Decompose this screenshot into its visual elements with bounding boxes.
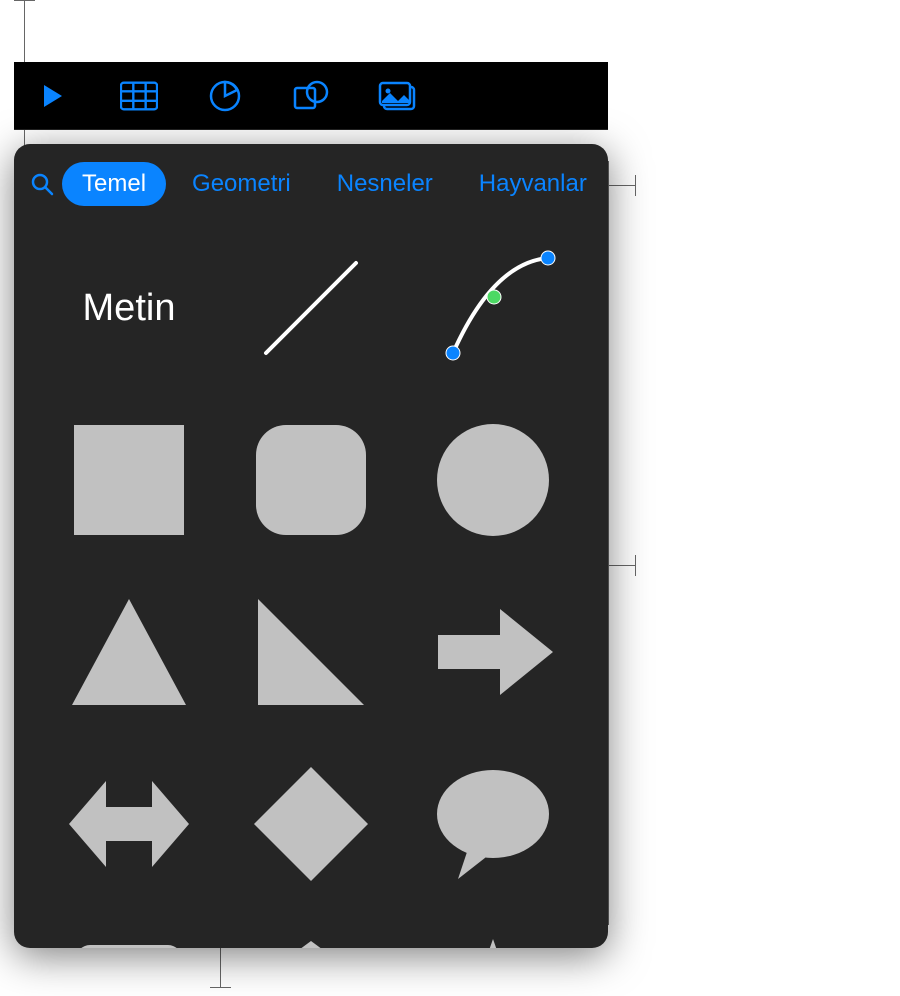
tabs-row: Temel Geometri Nesneler Hayvanlar xyxy=(14,144,608,218)
callout-line-tabs xyxy=(608,185,636,186)
callout-shape[interactable] xyxy=(44,916,214,948)
diamond-shape[interactable] xyxy=(226,744,396,904)
callout-line-grid xyxy=(608,565,636,566)
media-icon[interactable] xyxy=(378,80,416,112)
shapes-popover: Temel Geometri Nesneler Hayvanlar Metin xyxy=(14,144,608,948)
triangle-shape[interactable] xyxy=(44,572,214,732)
tab-temel[interactable]: Temel xyxy=(62,162,166,206)
tab-geometri[interactable]: Geometri xyxy=(172,162,311,206)
popover-arrow xyxy=(287,144,311,146)
main-panel: Temel Geometri Nesneler Hayvanlar Metin xyxy=(14,62,608,948)
tab-hayvanlar[interactable]: Hayvanlar xyxy=(459,162,607,206)
star-shape[interactable] xyxy=(408,916,578,948)
rounded-square-shape[interactable] xyxy=(226,400,396,560)
shape-icon[interactable] xyxy=(292,80,330,112)
square-shape[interactable] xyxy=(44,400,214,560)
chart-icon[interactable] xyxy=(206,80,244,112)
curve-shape[interactable] xyxy=(408,228,578,388)
circle-shape[interactable] xyxy=(408,400,578,560)
text-shape-label: Metin xyxy=(83,287,176,330)
arrow-right-shape[interactable] xyxy=(408,572,578,732)
speech-bubble-shape[interactable] xyxy=(408,744,578,904)
line-shape[interactable] xyxy=(226,228,396,388)
shapes-grid: Metin xyxy=(14,218,608,948)
search-icon[interactable] xyxy=(30,171,54,197)
play-icon[interactable] xyxy=(34,80,72,112)
text-shape[interactable]: Metin xyxy=(44,228,214,388)
tab-nesneler[interactable]: Nesneler xyxy=(317,162,453,206)
table-icon[interactable] xyxy=(120,80,158,112)
double-arrow-shape[interactable] xyxy=(44,744,214,904)
toolbar xyxy=(14,62,608,130)
right-triangle-shape[interactable] xyxy=(226,572,396,732)
pentagon-shape[interactable] xyxy=(226,916,396,948)
